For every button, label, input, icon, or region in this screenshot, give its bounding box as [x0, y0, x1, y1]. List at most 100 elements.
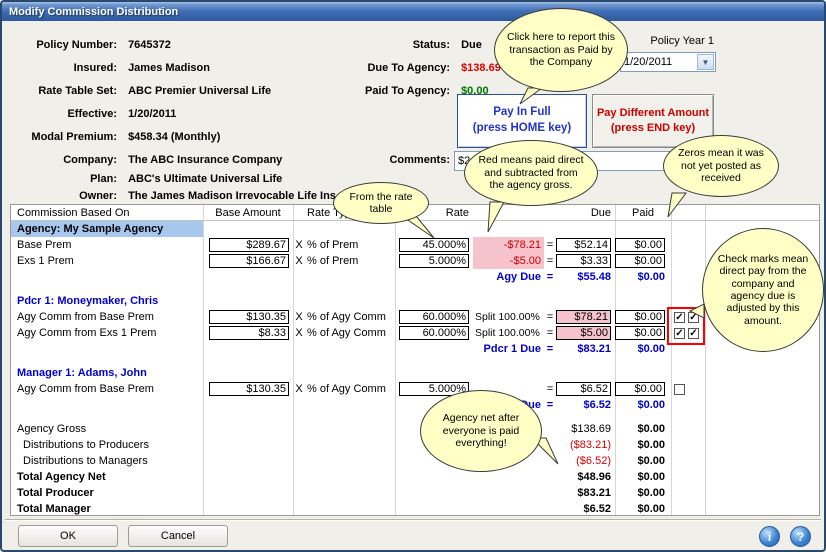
cancel-button[interactable]: Cancel: [128, 525, 228, 547]
due-input[interactable]: $6.52: [556, 382, 611, 397]
status-value: Due: [461, 39, 482, 51]
summary-row: Total Agency Net $48.96 $0.00: [11, 469, 819, 485]
spacer-row: [11, 413, 819, 421]
status-field: Status: Due: [332, 39, 482, 53]
modify-commission-distribution-dialog: Modify Commission Distribution Policy Nu…: [0, 0, 826, 552]
subtotal-paid: $0.00: [637, 399, 665, 411]
rate-table-set-field: Rate Table Set: ABC Premier Universal Li…: [2, 85, 271, 99]
due-input[interactable]: $78.21: [556, 310, 611, 325]
callout-agency-net: Agency net after everyone is paid everyt…: [420, 390, 542, 472]
col-header-eq: [544, 205, 556, 221]
due-input[interactable]: $5.00: [556, 326, 611, 341]
base-amount-input[interactable]: $130.35: [209, 310, 289, 325]
paid-input[interactable]: $0.00: [615, 238, 665, 253]
rate-input[interactable]: 60.000%: [399, 326, 469, 341]
rate-cell: 60.000%: [395, 309, 473, 325]
base-amount-input[interactable]: $8.33: [209, 326, 289, 341]
summary-due: ($6.52): [576, 455, 611, 467]
summary-due: $138.69: [571, 423, 611, 435]
rate-input[interactable]: 60.000%: [399, 310, 469, 325]
due-input[interactable]: $3.33: [556, 254, 611, 269]
rate-type-cell: % of Prem: [307, 239, 359, 251]
rate-input[interactable]: 5.000%: [399, 254, 469, 269]
effective-label: Effective:: [67, 108, 117, 120]
checkbox-cell: [671, 237, 705, 253]
callout-zeros-not-posted: Zeros mean it was not yet posted as rece…: [663, 135, 779, 197]
summary-paid: $0.00: [637, 455, 665, 467]
due-input[interactable]: $52.14: [556, 238, 611, 253]
due-cell: $3.33: [556, 253, 615, 269]
help-icon[interactable]: ?: [790, 526, 811, 547]
chevron-down-icon[interactable]: ▼: [697, 54, 714, 70]
paid-cell: $0.00: [615, 309, 671, 325]
modal-premium-field: Modal Premium: $458.34 (Monthly): [2, 131, 220, 145]
section-label[interactable]: Manager 1: Adams, John: [11, 365, 203, 381]
equals-sign: =: [546, 343, 554, 355]
rate-cell: 5.000%: [395, 253, 473, 269]
effective-date-dropdown[interactable]: 1/20/2011 ▼: [620, 52, 716, 72]
plan-label: Plan:: [90, 173, 117, 185]
paid-cell: $0.00: [615, 381, 671, 397]
summary-row: Distributions to Producers ($83.21) $0.00: [11, 437, 819, 453]
due-to-agency-label: Due To Agency:: [367, 62, 450, 74]
direct-pay-checkbox[interactable]: [674, 383, 685, 395]
policy-number-label: Policy Number:: [36, 39, 117, 51]
paid-input[interactable]: $0.00: [615, 310, 665, 325]
adjustment-cell: -$5.00: [473, 253, 544, 269]
adjustment-cell: Split 100.00%: [475, 311, 540, 323]
paid-cell: $0.00: [615, 325, 671, 341]
rate-input[interactable]: 45.000%: [399, 238, 469, 253]
equals-sign: =: [546, 239, 554, 251]
paid-input[interactable]: $0.00: [615, 326, 665, 341]
table-row: Agy Comm from Exs 1 Prem $8.33 X % of Agy C…: [11, 325, 819, 341]
multiply-sign: X: [295, 311, 303, 323]
footer-separator: [5, 519, 821, 521]
summary-paid: $0.00: [637, 503, 665, 515]
summary-paid: $0.00: [637, 487, 665, 499]
summary-paid: $0.00: [637, 471, 665, 483]
base-amount-input[interactable]: $130.35: [209, 382, 289, 397]
plan-field: Plan: ABC's Ultimate Universal Life: [2, 173, 282, 187]
direct-pay-checkbox[interactable]: ✓: [674, 327, 685, 339]
pay-in-full-line2: (press HOME key): [472, 122, 572, 134]
summary-due: $48.96: [577, 471, 611, 483]
subtotal-paid: $0.00: [637, 343, 665, 355]
comments-label: Comments:: [389, 154, 450, 166]
equals-sign: =: [546, 311, 554, 323]
company-label: Company:: [63, 154, 117, 166]
summary-row: Distributions to Managers ($6.52) $0.00: [11, 453, 819, 469]
callout-tail: [667, 192, 687, 218]
callout-check-marks: Check marks mean direct pay from the com…: [702, 228, 824, 352]
pay-in-full-line1: Pay In Full: [493, 106, 551, 119]
paid-cell: $0.00: [615, 253, 671, 269]
due-to-agency-value: $138.69: [461, 62, 501, 74]
summary-due: $6.52: [583, 503, 611, 515]
window-title: Modify Commission Distribution: [9, 5, 179, 18]
commission-table: Commission Based On Base Amount Rate Typ…: [10, 204, 820, 516]
titlebar[interactable]: Modify Commission Distribution: [2, 2, 824, 21]
checkbox-cell: ✓ ✓: [671, 325, 705, 341]
section-label[interactable]: Agency: My Sample Agency: [11, 221, 203, 237]
due-cell: $52.14: [556, 237, 615, 253]
subtotal-row: Pdcr 1 Due = $83.21 $0.00: [11, 341, 819, 357]
section-label[interactable]: Pdcr 1: Moneymaker, Chris: [11, 293, 203, 309]
direct-pay-checkbox[interactable]: ✓: [688, 327, 699, 339]
info-icon[interactable]: i: [759, 526, 780, 547]
pay-different-line2: (press END key): [610, 122, 696, 134]
subtotal-paid: $0.00: [637, 271, 665, 283]
multiply-sign: X: [295, 383, 303, 395]
paid-input[interactable]: $0.00: [615, 382, 665, 397]
multiply-sign: X: [295, 239, 303, 251]
ok-button[interactable]: OK: [18, 525, 118, 547]
rate-table-set-label: Rate Table Set:: [38, 85, 117, 97]
base-amount-input[interactable]: $166.67: [209, 254, 289, 269]
base-amount-cell: $130.35: [203, 309, 293, 325]
paid-input[interactable]: $0.00: [615, 254, 665, 269]
owner-value: The James Madison Irrevocable Life Ins: [128, 190, 336, 202]
base-amount-input[interactable]: $289.67: [209, 238, 289, 253]
direct-pay-checkbox[interactable]: ✓: [674, 311, 685, 323]
comments-field: Comments:: [332, 154, 450, 168]
base-amount-cell: $8.33: [203, 325, 293, 341]
insured-value: James Madison: [128, 62, 210, 74]
paid-cell: $0.00: [615, 237, 671, 253]
